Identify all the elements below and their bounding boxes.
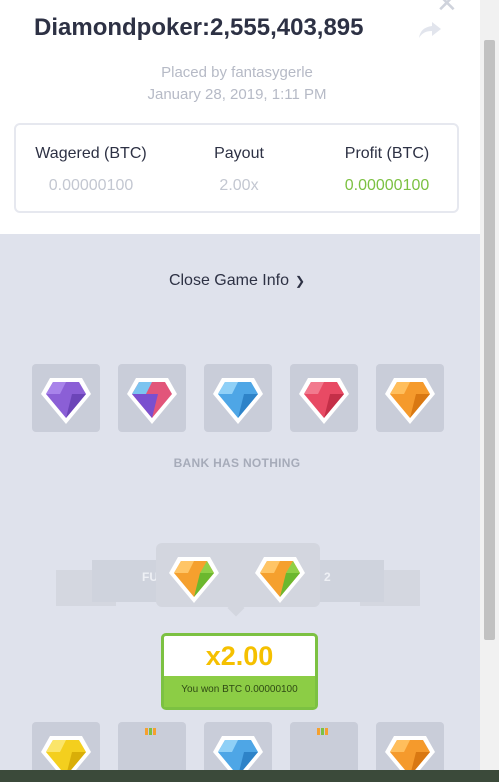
profit-value: 0.00000100: [344, 177, 430, 194]
red-gem-icon: [299, 378, 349, 424]
bet-header: ✕ Diamondpoker:2,555,403,895 Placed by f…: [0, 0, 480, 234]
modal-scrollbar[interactable]: [480, 0, 499, 770]
dealer-gem-tile: [204, 364, 272, 432]
player-gem-tile: [376, 722, 444, 770]
tile-indicator: [317, 722, 329, 735]
scrollbar-thumb[interactable]: [484, 40, 495, 640]
blue-gem-icon: [213, 378, 263, 424]
profit-label: Profit (BTC): [344, 145, 430, 162]
stat-payout: Payout 2.00x: [164, 145, 314, 195]
tile-indicator: [145, 722, 157, 735]
purple-gem-icon: [41, 378, 91, 424]
orange-green-gem-icon: [255, 557, 305, 603]
yellow-gem-icon: [41, 736, 91, 770]
orange-gem-icon: [385, 378, 435, 424]
orange-green-gem-icon: [169, 557, 219, 603]
result-multiplier: x2.00: [205, 641, 274, 671]
wagered-label: Wagered (BTC): [35, 145, 147, 162]
result-card: x2.00 You won BTC 0.00000100: [161, 633, 318, 710]
dealer-gem-tile: [376, 364, 444, 432]
pink-purple-gem-icon: [127, 378, 177, 424]
blue-gem-icon: [213, 736, 263, 770]
game-info-toggle-label: Close Game Info: [168, 272, 289, 289]
dealer-gem-tile: [32, 364, 100, 432]
close-icon[interactable]: ✕: [436, 0, 458, 19]
chevron-down-icon: ❯: [295, 274, 306, 288]
winning-hand-popover: [156, 543, 320, 607]
result-message: You won BTC 0.00000100: [181, 684, 298, 695]
bet-stats-card: Wagered (BTC) 0.00000100 Payout 2.00x Pr…: [14, 123, 459, 213]
dealer-status: BANK HAS NOTHING: [173, 456, 301, 470]
bet-title: Diamondpoker:2,555,403,895: [34, 14, 364, 41]
payout-label: Payout: [214, 145, 264, 162]
dealer-gem-tile: [118, 364, 186, 432]
ribbon-right-text: 2: [324, 570, 331, 584]
bet-date: January 28, 2019, 1:11 PM: [147, 86, 327, 103]
background-page-footer: [0, 770, 499, 782]
payout-value: 2.00x: [219, 177, 259, 194]
player-gem-tile: [204, 722, 272, 770]
dealer-gem-tile: [290, 364, 358, 432]
bet-details-modal: ✕ Diamondpoker:2,555,403,895 Placed by f…: [0, 0, 480, 770]
placed-by: Placed by fantasygerle: [161, 64, 313, 81]
share-icon[interactable]: [418, 20, 442, 40]
stat-wagered: Wagered (BTC) 0.00000100: [16, 145, 166, 195]
wagered-value: 0.00000100: [48, 177, 134, 194]
player-gem-tile: [32, 722, 100, 770]
stat-profit: Profit (BTC) 0.00000100: [312, 145, 462, 195]
game-info-toggle[interactable]: Close Game Info ❯: [0, 272, 474, 290]
orange-gem-icon: [385, 736, 435, 770]
